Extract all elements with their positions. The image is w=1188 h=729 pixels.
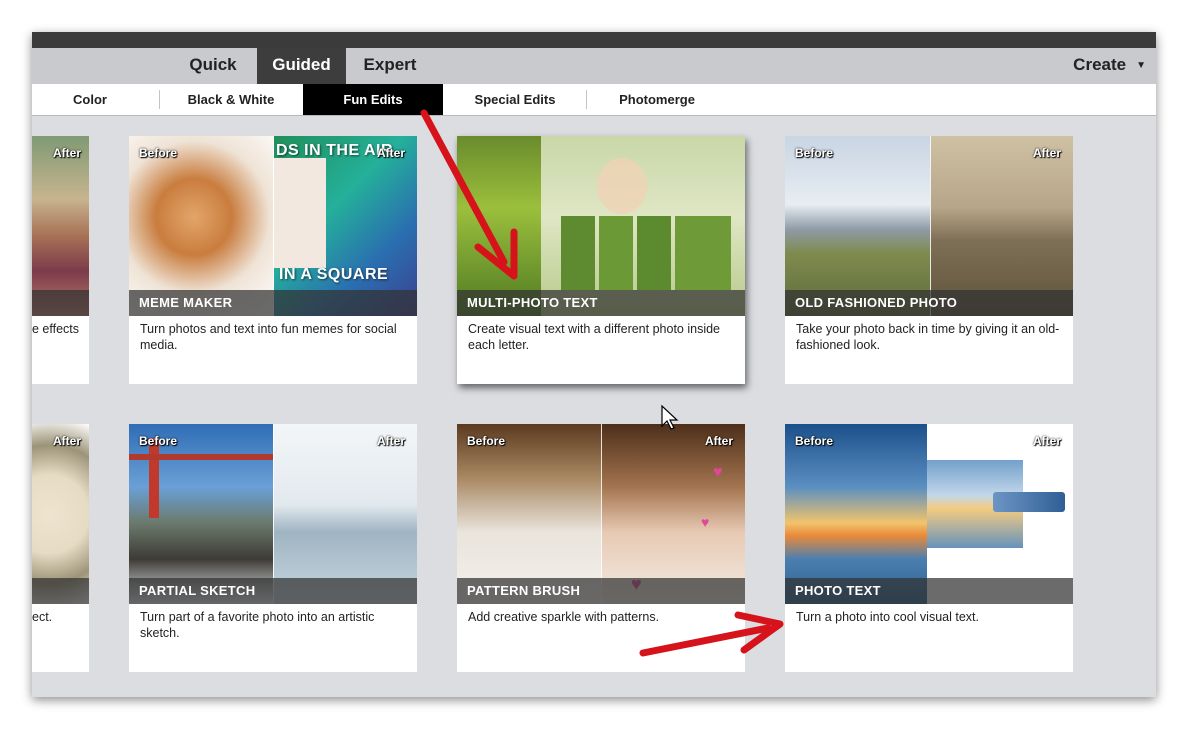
card-title: PARTIAL SKETCH [129, 578, 417, 604]
before-image [457, 136, 541, 316]
partial-card-top[interactable]: After e effects [32, 136, 89, 384]
caret-down-icon: ▼ [1136, 60, 1146, 71]
before-image [785, 136, 930, 316]
card-photo-text[interactable]: Before After PHOTO TEXT Turn a photo int… [785, 424, 1073, 672]
heart-icon: ♥ [713, 464, 723, 481]
mode-bar: Quick Guided Expert Create ▼ [32, 48, 1156, 84]
after-label: After [376, 434, 405, 448]
meme-text-top: DS IN THE AIR [276, 142, 394, 159]
card-thumbnail: MULTI-PHOTO TEXT [457, 136, 745, 316]
app-window: Quick Guided Expert Create ▼ Color Black … [32, 32, 1156, 697]
letter-block [675, 216, 731, 290]
after-label: After [52, 434, 81, 448]
card-description: Create visual text with a different phot… [468, 322, 720, 352]
tab-black-white[interactable]: Black & White [162, 84, 300, 115]
letter-block [561, 216, 595, 290]
title-bar [32, 32, 1156, 48]
create-button[interactable]: Create ▼ [1073, 48, 1146, 84]
card-meme-maker[interactable]: DS IN THE AIR IN A SQUARE Before After M… [129, 136, 417, 384]
before-image [457, 424, 601, 604]
card-title: OLD FASHIONED PHOTO [785, 290, 1073, 316]
after-label: After [1032, 434, 1061, 448]
photo-word [993, 492, 1065, 512]
tab-photomerge[interactable]: Photomerge [588, 84, 726, 115]
tab-special-edits[interactable]: Special Edits [445, 84, 585, 115]
bridge-tower [149, 438, 159, 518]
before-after-divider [930, 136, 931, 316]
before-after-divider [273, 136, 274, 316]
card-title: MULTI-PHOTO TEXT [457, 290, 745, 316]
card-caption-bar [32, 578, 89, 604]
card-old-fashioned-photo[interactable]: Before After OLD FASHIONED PHOTO Take yo… [785, 136, 1073, 384]
child-face [597, 158, 647, 214]
after-label: After [1032, 146, 1061, 160]
card-thumbnail: Before After PHOTO TEXT [785, 424, 1073, 604]
tab-divider [586, 90, 587, 109]
card-title: PATTERN BRUSH [457, 578, 745, 604]
before-after-divider [601, 424, 602, 604]
card-thumbnail: After [32, 136, 89, 316]
card-description: Take your photo back in time by giving i… [796, 322, 1060, 352]
before-after-divider [273, 424, 274, 604]
sub-tab-bar: Color Black & White Fun Edits Special Ed… [32, 84, 1156, 116]
tab-divider [159, 90, 160, 109]
meme-text-bottom: IN A SQUARE [279, 266, 389, 283]
bridge-deck [129, 454, 273, 460]
after-label: After [704, 434, 733, 448]
card-description: Turn photos and text into fun memes for … [140, 322, 397, 352]
after-image [541, 136, 745, 316]
before-label: Before [139, 146, 178, 160]
letter-block [599, 216, 633, 290]
meme-photo [274, 158, 326, 268]
before-label: Before [795, 434, 834, 448]
after-label: After [376, 146, 405, 160]
before-label: Before [467, 434, 506, 448]
card-description: Turn a photo into cool visual text. [796, 610, 979, 624]
card-thumbnail: After [32, 424, 89, 604]
after-label: After [52, 146, 81, 160]
card-thumbnail: Before After PARTIAL SKETCH [129, 424, 417, 604]
before-image [129, 424, 273, 604]
card-multi-photo-text[interactable]: MULTI-PHOTO TEXT Create visual text with… [457, 136, 745, 384]
before-image [129, 136, 273, 316]
mode-tab-expert[interactable]: Expert [348, 48, 432, 84]
after-image [927, 424, 1073, 604]
card-description: Turn part of a favorite photo into an ar… [140, 610, 375, 640]
letter-block [637, 216, 671, 290]
mode-tab-quick[interactable]: Quick [172, 48, 254, 84]
before-image [785, 424, 927, 604]
card-thumbnail: Before After OLD FASHIONED PHOTO [785, 136, 1073, 316]
card-partial-sketch[interactable]: Before After PARTIAL SKETCH Turn part of… [129, 424, 417, 672]
after-image [274, 136, 417, 316]
create-label: Create [1073, 55, 1127, 74]
tab-fun-edits[interactable]: Fun Edits [303, 84, 443, 115]
heart-icon: ♥ [701, 514, 710, 530]
card-pattern-brush[interactable]: ♥ ♥ ♥ Before After PATTERN BRUSH Add cre… [457, 424, 745, 672]
card-thumbnail: ♥ ♥ ♥ Before After PATTERN BRUSH [457, 424, 745, 604]
mode-tab-guided[interactable]: Guided [257, 48, 346, 84]
before-label: Before [795, 146, 834, 160]
card-title: MEME MAKER [129, 290, 417, 316]
card-title: PHOTO TEXT [785, 578, 1073, 604]
after-image: ♥ ♥ ♥ [601, 424, 745, 604]
after-image [930, 136, 1073, 316]
card-description: ect. [32, 610, 53, 624]
before-label: Before [139, 434, 178, 448]
partial-card-bottom[interactable]: After ect. [32, 424, 89, 672]
card-description: Add creative sparkle with patterns. [468, 610, 660, 624]
card-thumbnail: DS IN THE AIR IN A SQUARE Before After M… [129, 136, 417, 316]
card-description: e effects [32, 322, 80, 336]
tab-color[interactable]: Color [42, 84, 138, 115]
after-image [273, 424, 417, 604]
card-caption-bar [32, 290, 89, 316]
